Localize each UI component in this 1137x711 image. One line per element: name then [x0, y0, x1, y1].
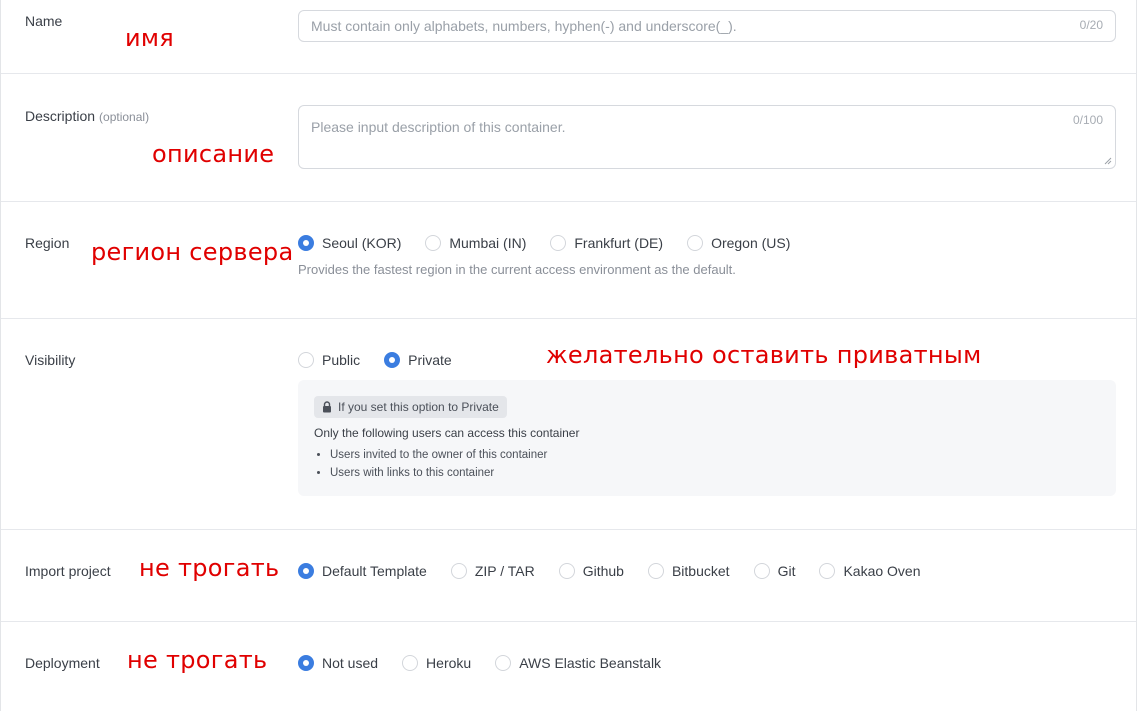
private-info-box: If you set this option to Private Only t…: [298, 380, 1116, 496]
name-row: Name имя 0/20: [1, 0, 1136, 74]
radio-unchecked-icon[interactable]: [450, 563, 467, 579]
description-field[interactable]: 0/100: [298, 105, 1116, 169]
import-annotation: не трогать: [139, 554, 280, 582]
deployment-option-heroku[interactable]: Heroku: [402, 655, 471, 671]
deployment-option-not-used[interactable]: Not used: [298, 655, 378, 671]
description-input[interactable]: [299, 106, 1115, 168]
import-option-kakao-oven[interactable]: Kakao Oven: [819, 563, 921, 579]
region-row: Region регион сервера Seoul (KOR) Mumbai…: [1, 202, 1136, 319]
private-info-list: Users invited to the owner of this conta…: [314, 446, 547, 482]
description-label: Description (optional): [25, 108, 149, 124]
import-option-github[interactable]: Github: [558, 563, 624, 579]
visibility-label: Visibility: [25, 352, 76, 368]
region-option-mumbai[interactable]: Mumbai (IN): [425, 235, 526, 251]
name-label: Name: [25, 13, 63, 29]
list-item: Users invited to the owner of this conta…: [330, 446, 547, 464]
radio-unchecked-icon[interactable]: [687, 235, 704, 251]
radio-unchecked-icon[interactable]: [558, 563, 575, 579]
resize-grip-icon[interactable]: [1104, 157, 1112, 165]
radio-checked-icon[interactable]: [298, 655, 314, 671]
region-annotation: регион сервера: [91, 238, 294, 266]
region-option-seoul[interactable]: Seoul (KOR): [298, 235, 401, 251]
import-radio-group: Default Template ZIP / TAR Github Bitbuc…: [298, 563, 945, 579]
import-option-bitbucket[interactable]: Bitbucket: [647, 563, 730, 579]
visibility-annotation: желательно оставить приватным: [546, 341, 982, 369]
region-option-frankfurt[interactable]: Frankfurt (DE): [550, 235, 663, 251]
region-label: Region: [25, 235, 70, 251]
private-badge-text: If you set this option to Private: [338, 400, 499, 414]
deployment-radio-group: Not used Heroku AWS Elastic Beanstalk: [298, 655, 685, 671]
import-option-default-template[interactable]: Default Template: [298, 563, 427, 579]
radio-unchecked-icon[interactable]: [402, 655, 419, 671]
deployment-option-aws-elastic-beanstalk[interactable]: AWS Elastic Beanstalk: [495, 655, 661, 671]
private-badge: If you set this option to Private: [314, 396, 507, 418]
deployment-row: Deployment не трогать Not used Heroku AW…: [1, 622, 1136, 711]
deployment-annotation: не трогать: [127, 646, 268, 674]
radio-unchecked-icon[interactable]: [647, 563, 664, 579]
lock-icon: [323, 401, 331, 413]
radio-unchecked-icon[interactable]: [550, 235, 567, 251]
import-row: Import project не трогать Default Templa…: [1, 530, 1136, 622]
import-option-zip-tar[interactable]: ZIP / TAR: [450, 563, 535, 579]
radio-unchecked-icon[interactable]: [298, 352, 314, 368]
radio-checked-icon[interactable]: [384, 352, 401, 368]
name-field[interactable]: 0/20: [298, 10, 1116, 42]
list-item: Users with links to this container: [330, 464, 547, 482]
radio-unchecked-icon[interactable]: [819, 563, 836, 579]
deployment-label: Deployment: [25, 655, 100, 671]
name-counter: 0/20: [1079, 18, 1103, 32]
import-option-git[interactable]: Git: [753, 563, 795, 579]
create-container-form: Name имя 0/20 Description(optional) опис…: [0, 0, 1137, 711]
radio-unchecked-icon[interactable]: [495, 655, 512, 671]
optional-tag: (optional): [99, 110, 150, 124]
description-label-text: Description: [25, 108, 96, 124]
region-radio-group: Seoul (KOR) Mumbai (IN) Frankfurt (DE) O…: [298, 235, 814, 251]
region-option-oregon[interactable]: Oregon (US): [687, 235, 790, 251]
region-helper-text: Provides the fastest region in the curre…: [298, 262, 736, 277]
visibility-option-public[interactable]: Public: [298, 352, 360, 368]
radio-unchecked-icon[interactable]: [425, 235, 442, 251]
description-counter: 0/100: [1072, 113, 1103, 127]
visibility-option-private[interactable]: Private: [384, 352, 452, 368]
name-input[interactable]: [299, 11, 1115, 41]
name-annotation: имя: [125, 24, 175, 52]
private-info-text: Only the following users can access this…: [314, 426, 580, 440]
radio-unchecked-icon[interactable]: [753, 563, 770, 579]
import-label: Import project: [25, 563, 111, 579]
radio-checked-icon[interactable]: [298, 563, 314, 579]
radio-checked-icon[interactable]: [298, 235, 314, 251]
visibility-radio-group: Public Private: [298, 352, 476, 368]
description-annotation: описание: [152, 140, 275, 168]
description-row: Description(optional) описание 0/100: [1, 74, 1136, 202]
